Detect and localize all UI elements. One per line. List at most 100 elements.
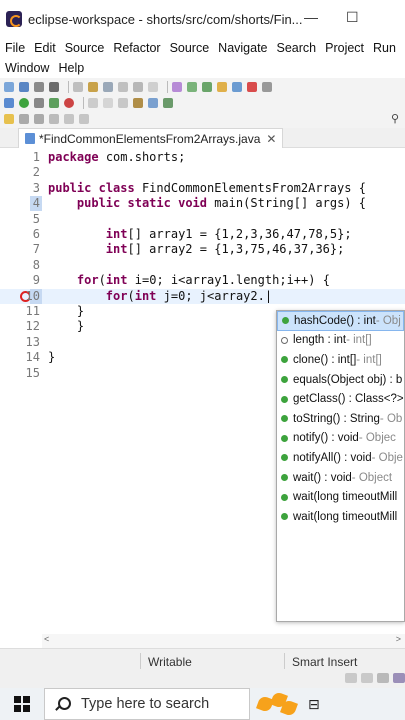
- code-line[interactable]: 2: [0, 165, 405, 180]
- code-text[interactable]: int[] array2 = {1,3,75,46,37,36};: [48, 242, 345, 257]
- run-icon[interactable]: [19, 98, 29, 108]
- toggle-mark-icon[interactable]: [103, 82, 113, 92]
- maximize-button[interactable]: ☐: [346, 9, 359, 26]
- menu-window[interactable]: Window: [5, 61, 49, 75]
- step-over-icon[interactable]: [103, 98, 113, 108]
- scroll-left-icon[interactable]: <: [44, 634, 49, 644]
- pin-editor-icon[interactable]: [49, 114, 59, 124]
- print-icon[interactable]: [49, 82, 59, 92]
- completion-owner: - Objec: [358, 432, 396, 445]
- close-tab-icon[interactable]: ✕: [266, 132, 276, 146]
- quick-access-search-icon[interactable]: ⚲: [391, 112, 399, 125]
- package-explorer-icon[interactable]: [133, 98, 143, 108]
- menu-refactor[interactable]: Refactor: [113, 41, 160, 55]
- code-text[interactable]: public class FindCommonElementsFrom2Arra…: [48, 181, 366, 196]
- menu-search[interactable]: Search: [277, 41, 317, 55]
- stop-icon[interactable]: [64, 98, 74, 108]
- open-task-icon[interactable]: [88, 82, 98, 92]
- completion-item[interactable]: notifyAll() : void - Obje: [277, 448, 404, 468]
- code-line[interactable]: 8: [0, 258, 405, 273]
- completion-item[interactable]: wait(long timeoutMill: [277, 487, 404, 507]
- minimize-button[interactable]: —: [304, 9, 318, 25]
- next-edit-icon[interactable]: [64, 114, 74, 124]
- completion-signature: hashCode() : int: [294, 314, 376, 327]
- back-icon[interactable]: [19, 114, 29, 124]
- open-perspective-icon[interactable]: [232, 82, 242, 92]
- task-view-icon[interactable]: ⊟: [308, 696, 320, 713]
- forward-icon[interactable]: [34, 114, 44, 124]
- terminate-icon[interactable]: [247, 82, 257, 92]
- code-line[interactable]: 9 for(int i=0; i<array1.length;i++) {: [0, 273, 405, 288]
- step-into-icon[interactable]: [88, 98, 98, 108]
- code-line[interactable]: 4 public static void main(String[] args)…: [0, 196, 405, 212]
- menu-source[interactable]: Source: [170, 41, 210, 55]
- completion-item[interactable]: clone() : int[] - int[]: [277, 350, 404, 370]
- code-text[interactable]: }: [48, 350, 55, 365]
- completion-owner: - Obje: [371, 451, 403, 464]
- editor-tab[interactable]: *FindCommonElementsFrom2Arrays.java ✕: [18, 128, 284, 148]
- code-text[interactable]: package com.shorts;: [48, 150, 185, 165]
- completion-item[interactable]: wait(long timeoutMill: [277, 507, 404, 527]
- search-highlight-art-icon[interactable]: [254, 689, 300, 719]
- code-text[interactable]: for(int i=0; i<array1.length;i++) {: [48, 273, 330, 288]
- completion-item[interactable]: toString() : String - Ob: [277, 409, 404, 429]
- editor-horizontal-scrollbar[interactable]: < >: [42, 634, 405, 648]
- new-class-icon[interactable]: [217, 82, 227, 92]
- code-text[interactable]: for(int j=0; j<array2.|: [48, 289, 272, 304]
- code-text[interactable]: public static void main(String[] args) {: [48, 196, 366, 211]
- line-number: 2: [32, 165, 40, 180]
- save-all-icon[interactable]: [34, 82, 44, 92]
- menu-help[interactable]: Help: [58, 61, 84, 75]
- next-annotation-icon[interactable]: [163, 98, 173, 108]
- menu-source[interactable]: Source: [65, 41, 105, 55]
- save-icon[interactable]: [19, 82, 29, 92]
- search-icon: [55, 697, 71, 711]
- new-package-icon[interactable]: [202, 82, 212, 92]
- menu-edit[interactable]: Edit: [34, 41, 56, 55]
- new-java-project-icon[interactable]: [187, 82, 197, 92]
- taskbar-search-box[interactable]: Type here to search: [44, 688, 250, 720]
- last-edit-icon[interactable]: [4, 114, 14, 124]
- toggle-block-icon[interactable]: [118, 82, 128, 92]
- paragraph-icon[interactable]: [262, 82, 272, 92]
- tray-icon[interactable]: [345, 673, 357, 683]
- content-assist-list[interactable]: hashCode() : int - Obj length : int - int…: [277, 311, 404, 527]
- step-return-icon[interactable]: [118, 98, 128, 108]
- completion-item[interactable]: equals(Object obj) : b: [277, 370, 404, 390]
- code-line[interactable]: 7 int[] array2 = {1,3,75,46,37,36};: [0, 242, 405, 257]
- tray-icon[interactable]: [361, 673, 373, 683]
- content-assist-popup[interactable]: hashCode() : int - Obj length : int - int…: [276, 310, 405, 622]
- open-type-icon[interactable]: [73, 82, 83, 92]
- debug-icon[interactable]: [4, 98, 14, 108]
- menu-navigate[interactable]: Navigate: [218, 41, 267, 55]
- completion-item[interactable]: notify() : void - Objec: [277, 429, 404, 449]
- annotation-icon[interactable]: [148, 82, 158, 92]
- run-dropdown-icon[interactable]: [34, 98, 44, 108]
- line-number: 7: [32, 242, 40, 257]
- new-icon[interactable]: [4, 82, 14, 92]
- search-toolbar-icon[interactable]: [148, 98, 158, 108]
- coverage-icon[interactable]: [49, 98, 59, 108]
- show-whitespace-icon[interactable]: [133, 82, 143, 92]
- completion-item[interactable]: length : int - int[]: [277, 331, 404, 351]
- prev-edit-icon[interactable]: [79, 114, 89, 124]
- code-text[interactable]: int[] array1 = {1,2,3,36,47,78,5};: [48, 227, 352, 242]
- code-text[interactable]: }: [48, 304, 84, 319]
- code-line[interactable]: 10 for(int j=0; j<array2.|: [0, 288, 405, 304]
- code-text[interactable]: }: [48, 319, 84, 334]
- tray-icon[interactable]: [393, 673, 405, 683]
- tray-icon[interactable]: [377, 673, 389, 683]
- completion-item[interactable]: wait() : void - Object: [277, 468, 404, 488]
- menu-run[interactable]: Run: [373, 41, 396, 55]
- scroll-right-icon[interactable]: >: [396, 634, 401, 644]
- windows-start-icon[interactable]: [14, 696, 30, 712]
- completion-item[interactable]: hashCode() : int - Obj: [277, 311, 404, 331]
- menu-project[interactable]: Project: [325, 41, 364, 55]
- code-line[interactable]: 3 public class FindCommonElementsFrom2Arr…: [0, 181, 405, 196]
- menu-file[interactable]: File: [5, 41, 25, 55]
- code-line[interactable]: 6 int[] array1 = {1,2,3,36,47,78,5};: [0, 227, 405, 242]
- code-line[interactable]: 5: [0, 212, 405, 227]
- completion-item[interactable]: getClass() : Class<?>: [277, 389, 404, 409]
- external-tools-icon[interactable]: [172, 82, 182, 92]
- code-line[interactable]: 1 package com.shorts;: [0, 150, 405, 165]
